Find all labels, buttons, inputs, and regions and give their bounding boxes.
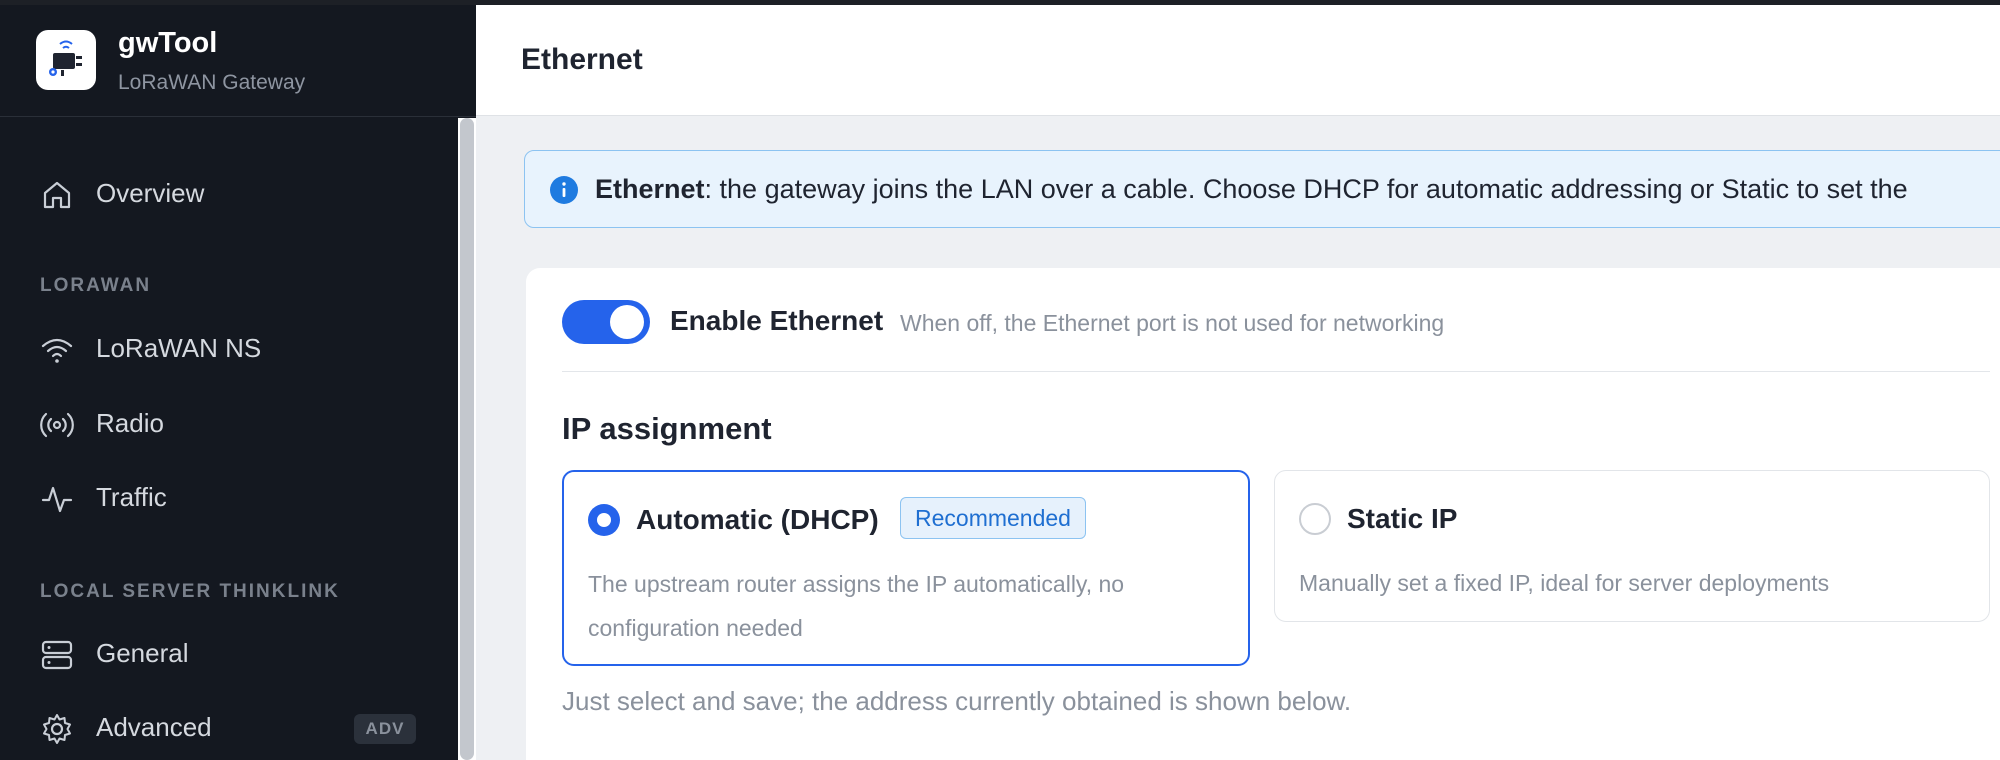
info-icon [550, 176, 578, 204]
sidebar-item-radio[interactable]: Radio [0, 396, 440, 452]
page-header: Ethernet [476, 5, 2000, 116]
recommended-badge: Recommended [900, 497, 1086, 539]
info-body: : the gateway joins the LAN over a cable… [704, 174, 1908, 204]
option-title: Automatic (DHCP) [636, 504, 879, 535]
enable-ethernet-hint: When off, the Ethernet port is not used … [900, 310, 1445, 336]
activity-icon [41, 486, 73, 513]
scrollbar-thumb[interactable] [460, 118, 474, 760]
home-icon [43, 181, 71, 209]
sidebar-item-advanced[interactable]: Advanced ADV [0, 700, 440, 756]
info-banner: Ethernet: the gateway joins the LAN over… [524, 150, 2000, 228]
option-dhcp[interactable]: Automatic (DHCP) Recommended The upstrea… [562, 470, 1250, 666]
toggle-knob [610, 305, 644, 339]
sidebar-item-lorawan-ns[interactable]: LoRaWAN NS [0, 321, 440, 377]
option-description: The upstream router assigns the IP autom… [588, 571, 1125, 641]
sidebar-item-overview[interactable]: Overview [0, 166, 440, 222]
gear-icon [43, 714, 71, 744]
radio-broadcast-icon [40, 412, 74, 438]
enable-ethernet-label: Enable Ethernet [670, 305, 884, 336]
static-ip-radio[interactable] [1299, 503, 1331, 535]
window-top-edge [0, 0, 2000, 5]
divider [562, 371, 1990, 372]
info-title: Ethernet [595, 174, 705, 204]
section-label-lorawan: LORAWAN [40, 275, 152, 296]
ip-assignment-title: IP assignment [562, 411, 772, 446]
sidebar-item-label: Advanced [96, 712, 212, 742]
option-title: Static IP [1347, 503, 1458, 534]
gateway-logo-icon [36, 30, 96, 90]
sidebar-item-label: LoRaWAN NS [96, 333, 262, 363]
page-title: Ethernet [521, 43, 643, 76]
sidebar-item-label: Traffic [96, 482, 167, 512]
option-static-ip[interactable]: Static IP Manually set a fixed IP, ideal… [1274, 470, 1990, 622]
ethernet-settings-card: Enable Ethernet When off, the Ethernet p… [526, 268, 2000, 760]
sidebar: gwTool LoRaWAN Gateway Overview LORAWAN … [0, 0, 476, 760]
sidebar-item-traffic[interactable]: Traffic [0, 470, 440, 526]
sidebar-item-general[interactable]: General [0, 626, 440, 682]
app-name: gwTool [118, 27, 218, 59]
enable-ethernet-toggle[interactable] [562, 300, 650, 344]
sidebar-item-label: Radio [96, 408, 164, 438]
app-subtitle: LoRaWAN Gateway [118, 71, 306, 94]
option-description: Manually set a fixed IP, ideal for serve… [1299, 570, 1830, 596]
info-text: Ethernet: the gateway joins the LAN over… [595, 174, 1908, 205]
dhcp-radio[interactable] [588, 504, 620, 536]
section-label-local-server: LOCAL SERVER THINKLINK [40, 581, 340, 602]
brand-header: gwTool LoRaWAN Gateway [0, 5, 476, 117]
sidebar-scrollbar[interactable] [458, 118, 476, 760]
server-icon [41, 640, 73, 670]
adv-badge: ADV [354, 714, 416, 744]
sidebar-item-label: General [96, 638, 189, 668]
ip-assignment-footnote: Just select and save; the address curren… [562, 686, 1352, 716]
wifi-icon [41, 338, 73, 363]
sidebar-item-label: Overview [96, 178, 205, 208]
